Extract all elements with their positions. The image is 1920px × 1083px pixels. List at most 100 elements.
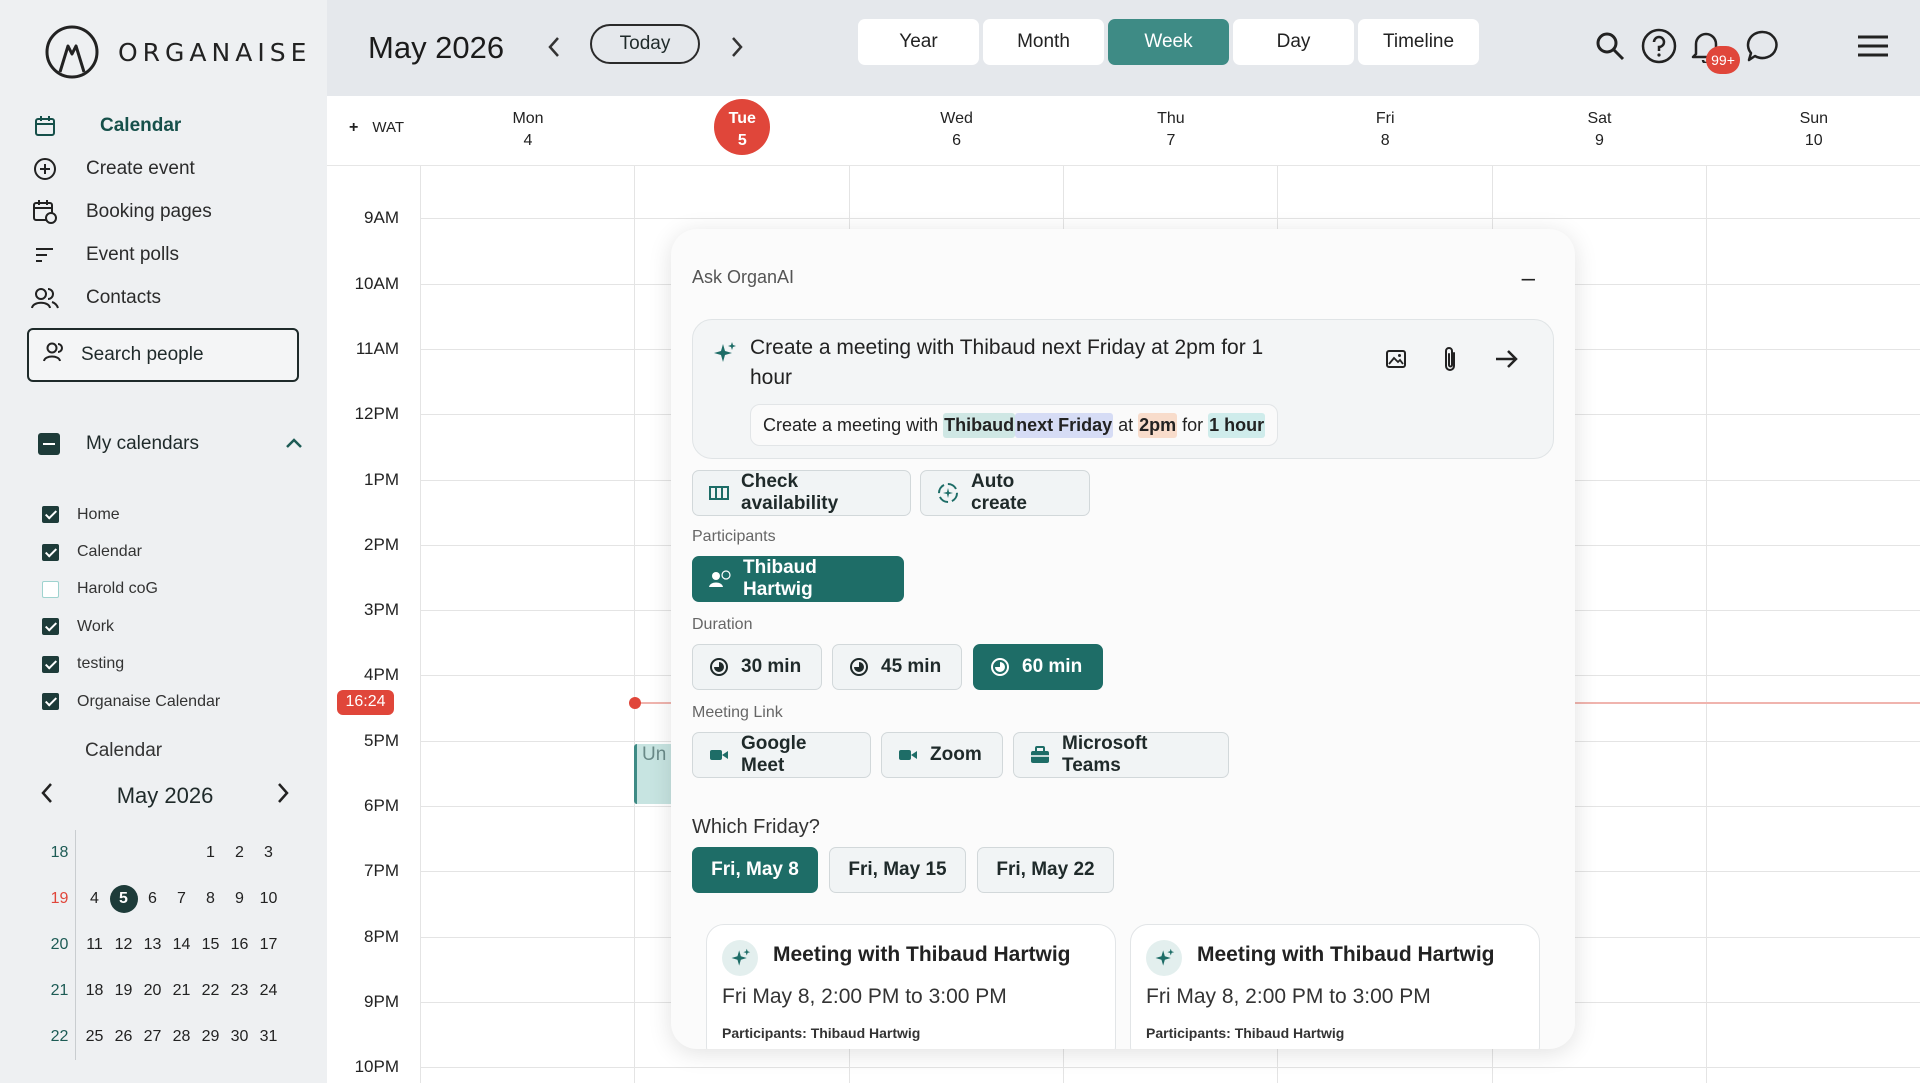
mini-calendar-day[interactable]: 8 xyxy=(196,890,225,908)
tab-week[interactable]: Week xyxy=(1108,19,1229,65)
day-header-fri[interactable]: Fri 8 xyxy=(1278,108,1492,152)
paperclip-icon[interactable] xyxy=(1433,342,1467,376)
calendar-item[interactable]: Home xyxy=(42,496,220,533)
meeting-suggestion-card[interactable]: Meeting with Thibaud Hartwig Fri May 8, … xyxy=(1130,924,1540,1049)
add-timezone-button[interactable]: + xyxy=(349,119,358,136)
meeting-suggestion-card[interactable]: Meeting with Thibaud Hartwig Fri May 8, … xyxy=(706,924,1116,1049)
mini-calendar-day[interactable]: 2 xyxy=(225,844,254,862)
mini-calendar-day[interactable]: 28 xyxy=(167,1028,196,1046)
zoom-button[interactable]: Zoom xyxy=(881,732,1003,778)
calendar-item[interactable]: Calendar xyxy=(42,533,220,570)
mini-calendar-day[interactable]: 18 xyxy=(80,982,109,1000)
day-name: Thu xyxy=(1157,110,1185,127)
day-header-sat[interactable]: Sat 9 xyxy=(1493,108,1707,152)
mini-calendar-day[interactable]: 3 xyxy=(254,844,283,862)
friday-option[interactable]: Fri, May 22 xyxy=(977,847,1114,893)
mini-calendar-day[interactable]: 10 xyxy=(254,890,283,908)
check-availability-button[interactable]: Check availability xyxy=(692,470,911,516)
duration-45-button[interactable]: 45 min xyxy=(832,644,962,690)
chat-bubble-icon[interactable] xyxy=(1745,28,1781,64)
mini-calendar-day[interactable]: 15 xyxy=(196,936,225,954)
prompt-input[interactable]: Create a meeting with Thibaud next Frida… xyxy=(750,333,1310,393)
today-button[interactable]: Today xyxy=(590,24,700,64)
mini-calendar-day[interactable]: 26 xyxy=(109,1028,138,1046)
mini-calendar-day[interactable]: 22 xyxy=(196,982,225,1000)
mini-calendar-day[interactable]: 21 xyxy=(167,982,196,1000)
tab-day[interactable]: Day xyxy=(1233,19,1354,65)
checkbox[interactable] xyxy=(42,543,59,561)
friday-option[interactable]: Fri, May 8 xyxy=(692,847,818,893)
mini-calendar-day[interactable]: 11 xyxy=(80,936,109,954)
calendar-item[interactable]: testing xyxy=(42,646,220,683)
nav-contacts[interactable]: Contacts xyxy=(30,276,310,319)
tab-timeline[interactable]: Timeline xyxy=(1358,19,1479,65)
logo[interactable]: ORGANAISE xyxy=(44,24,311,80)
microsoft-teams-button[interactable]: Microsoft Teams xyxy=(1013,732,1229,778)
checkbox[interactable] xyxy=(42,580,59,598)
mini-calendar-day[interactable]: 30 xyxy=(225,1028,254,1046)
duration-60-button[interactable]: 60 min xyxy=(973,644,1103,690)
mini-calendar-day[interactable]: 19 xyxy=(109,982,138,1000)
image-icon[interactable] xyxy=(1379,342,1413,376)
google-meet-button[interactable]: Google Meet xyxy=(692,732,871,778)
search-icon[interactable] xyxy=(1592,28,1628,64)
nav-calendar[interactable]: Calendar xyxy=(30,104,310,147)
mini-calendar-day[interactable]: 7 xyxy=(167,890,196,908)
calendar-event[interactable]: Un xyxy=(634,743,674,804)
day-number: 10 xyxy=(1804,132,1823,149)
mini-calendar-day[interactable]: 6 xyxy=(138,890,167,908)
calendar-item[interactable]: Organaise Calendar xyxy=(42,683,220,720)
chevron-right-icon[interactable] xyxy=(276,782,290,810)
mini-calendar-day[interactable]: 13 xyxy=(138,936,167,954)
mini-calendar-day[interactable]: 24 xyxy=(254,982,283,1000)
mini-calendar-day[interactable]: 4 xyxy=(80,890,109,908)
my-calendars-toggle-all[interactable] xyxy=(38,433,60,455)
hamburger-menu-icon[interactable] xyxy=(1855,28,1891,64)
selected-day[interactable]: 5 xyxy=(109,885,138,913)
minimize-button[interactable]: – xyxy=(1522,265,1535,293)
tab-year[interactable]: Year xyxy=(858,19,979,65)
mini-calendar-day[interactable]: 12 xyxy=(109,936,138,954)
checkbox[interactable] xyxy=(42,655,59,673)
mini-calendar-day[interactable]: 27 xyxy=(138,1028,167,1046)
mini-calendar-day[interactable]: 9 xyxy=(225,890,254,908)
calendar-item[interactable]: Work xyxy=(42,608,220,645)
duration-30-button[interactable]: 30 min xyxy=(692,644,822,690)
nav-event-polls[interactable]: Event polls xyxy=(30,233,310,276)
friday-option[interactable]: Fri, May 15 xyxy=(829,847,966,893)
day-header-thu[interactable]: Thu 7 xyxy=(1064,108,1278,152)
prev-week-button[interactable] xyxy=(539,30,569,64)
day-header-sun[interactable]: Sun 10 xyxy=(1707,108,1920,152)
day-header-tue[interactable]: Tue 5 xyxy=(635,99,849,155)
chevron-left-icon[interactable] xyxy=(40,782,54,810)
day-header-mon[interactable]: Mon 4 xyxy=(421,108,635,152)
send-arrow-icon[interactable] xyxy=(1490,342,1524,376)
mini-calendar-day[interactable]: 1 xyxy=(196,844,225,862)
search-people-input[interactable]: Search people xyxy=(27,328,299,382)
next-week-button[interactable] xyxy=(722,30,752,64)
mini-calendar-day[interactable]: 25 xyxy=(80,1028,109,1046)
calendar-item[interactable]: Harold coG xyxy=(42,571,220,608)
checkbox[interactable] xyxy=(42,618,59,636)
mini-calendar-day[interactable]: 5 xyxy=(109,885,138,913)
auto-create-button[interactable]: Auto create xyxy=(920,470,1090,516)
prompt-box[interactable]: Create a meeting with Thibaud next Frida… xyxy=(692,319,1554,459)
nav-booking-pages[interactable]: Booking pages xyxy=(30,190,310,233)
mini-calendar-day[interactable]: 31 xyxy=(254,1028,283,1046)
help-icon[interactable] xyxy=(1641,28,1677,64)
mini-calendar-day[interactable]: 29 xyxy=(196,1028,225,1046)
mini-calendar-day[interactable]: 20 xyxy=(138,982,167,1000)
participant-chip[interactable]: Thibaud Hartwig xyxy=(692,556,904,602)
mini-calendar-day[interactable]: 17 xyxy=(254,936,283,954)
chevron-up-icon[interactable] xyxy=(285,433,303,455)
calendar-list: Home Calendar Harold coG Work testing Or… xyxy=(42,496,220,720)
mini-calendar-day[interactable]: 16 xyxy=(225,936,254,954)
nav-create-event[interactable]: Create event xyxy=(30,147,310,190)
checkbox[interactable] xyxy=(42,506,59,524)
my-calendars-header[interactable]: My calendars xyxy=(38,433,303,455)
checkbox[interactable] xyxy=(42,693,59,711)
mini-calendar-day[interactable]: 23 xyxy=(225,982,254,1000)
day-header-wed[interactable]: Wed 6 xyxy=(850,108,1064,152)
tab-month[interactable]: Month xyxy=(983,19,1104,65)
mini-calendar-day[interactable]: 14 xyxy=(167,936,196,954)
